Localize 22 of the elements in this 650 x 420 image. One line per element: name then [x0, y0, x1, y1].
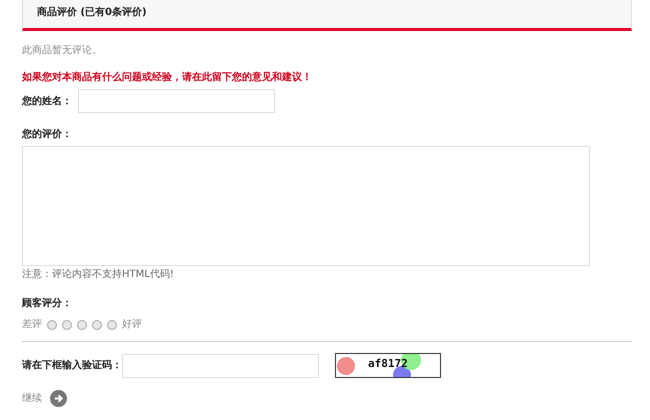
section-title: 商品评价 (已有0条评价) [37, 5, 147, 20]
captcha-code: af8172 [368, 358, 408, 369]
arrow-right-icon [53, 393, 64, 404]
captcha-label: 请在下框输入验证码： [22, 358, 122, 373]
low-rating-label: 差评 [22, 318, 42, 332]
captcha-input[interactable] [122, 354, 319, 378]
rating-radio[interactable] [77, 320, 87, 330]
rating-label: 顾客评分： [22, 296, 72, 311]
continue-label: 继续 [22, 392, 42, 406]
rating-radio[interactable] [107, 320, 117, 330]
name-input[interactable] [78, 89, 275, 113]
no-reviews-text: 此商品暂无评论。 [22, 44, 102, 58]
review-textarea[interactable] [22, 146, 590, 266]
continue-button[interactable] [50, 390, 67, 407]
rating-radio[interactable] [47, 320, 57, 330]
high-rating-label: 好评 [122, 318, 142, 332]
prompt-text: 如果您对本商品有什么问题或经验，请在此留下您的意见和建议！ [22, 70, 312, 85]
note-text: 注意：评论内容不支持HTML代码! [22, 268, 174, 282]
rating-radio[interactable] [62, 320, 72, 330]
name-label: 您的姓名： [22, 94, 72, 108]
rating-radio[interactable] [92, 320, 102, 330]
review-label: 您的评价： [22, 128, 72, 142]
